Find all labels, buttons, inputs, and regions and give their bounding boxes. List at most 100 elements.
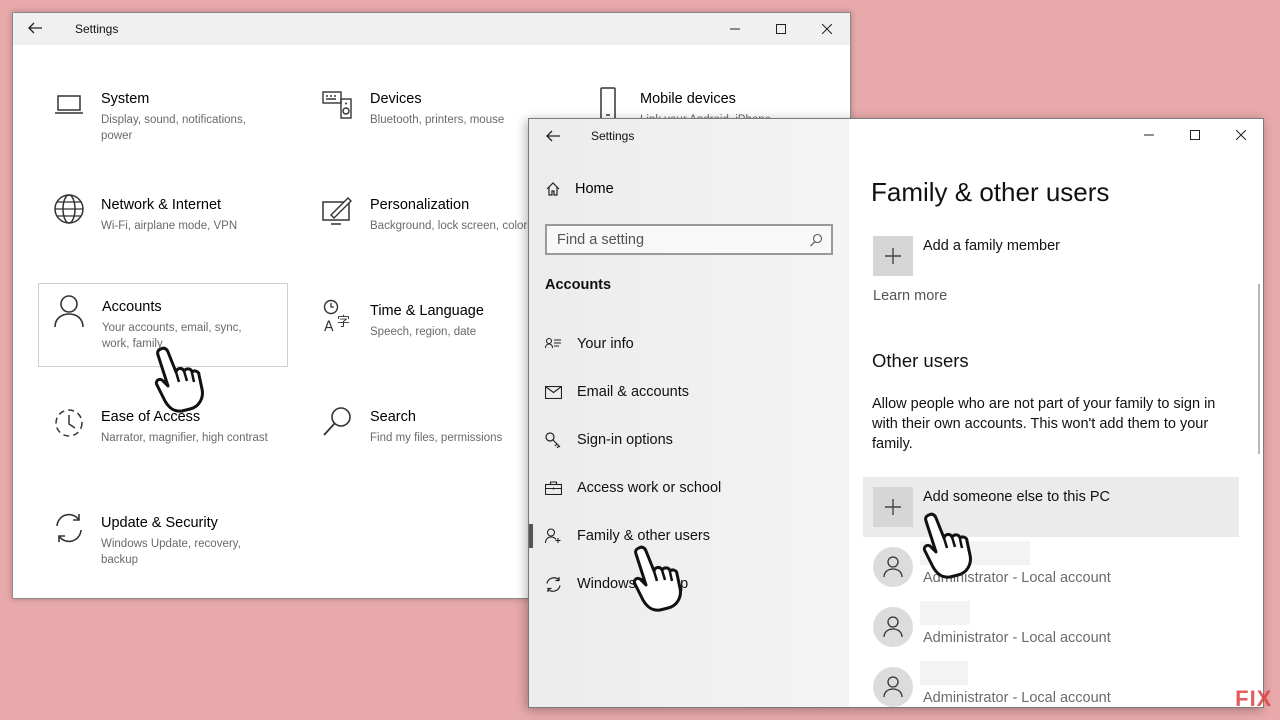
category-name: Network & Internet: [101, 197, 222, 213]
category-system[interactable]: System Display, sound, notifications, po…: [38, 85, 288, 171]
category-desc: Bluetooth, printers, mouse: [370, 114, 505, 126]
search-input[interactable]: Find a setting: [545, 224, 833, 255]
nav-label: Your info: [577, 336, 634, 352]
keyboard-speaker-icon: [322, 91, 352, 119]
title-bar: Settings: [13, 13, 850, 45]
category-network[interactable]: Network & Internet Wi-Fi, airplane mode,…: [38, 191, 288, 277]
search-icon: [323, 407, 351, 436]
pointer-hand-icon: [632, 545, 682, 612]
sidebar: [529, 119, 849, 707]
nav-email-accounts[interactable]: Email & accounts: [529, 372, 849, 412]
pointer-hand-icon: [922, 512, 972, 579]
plus-icon: [885, 248, 901, 264]
pointer-hand-icon: [154, 346, 204, 413]
home-icon: [546, 182, 560, 196]
category-name: Accounts: [102, 299, 162, 315]
add-family-member-button[interactable]: [873, 236, 913, 276]
maximize-button[interactable]: [758, 13, 804, 45]
category-desc: Background, lock screen, colors: [370, 220, 533, 232]
nav-label: Family & other users: [577, 528, 710, 544]
minimize-icon: [730, 28, 740, 30]
category-desc: Display, sound, notifications, power: [101, 114, 246, 142]
category-desc: Speech, region, date: [370, 326, 477, 338]
category-name: Search: [370, 409, 416, 425]
nav-label: Access work or school: [577, 480, 722, 496]
category-name: Time & Language: [370, 303, 484, 319]
category-devices[interactable]: Devices Bluetooth, printers, mouse: [307, 85, 557, 171]
category-personalization[interactable]: Personalization Background, lock screen,…: [307, 191, 557, 277]
svg-text:字: 字: [337, 315, 350, 330]
watermark-logo: UGETFIX: [1170, 686, 1272, 712]
add-family-member-label[interactable]: Add a family member: [923, 238, 1060, 254]
search-icon: [810, 233, 823, 246]
close-button[interactable]: [804, 13, 850, 45]
other-users-description: Allow people who are not part of your fa…: [872, 396, 1216, 452]
nav-label: Email & accounts: [577, 384, 690, 400]
minimize-button[interactable]: [712, 13, 758, 45]
user-role: Administrator - Local account: [923, 690, 1111, 706]
key-icon: [545, 431, 561, 448]
plus-icon: [885, 499, 901, 515]
avatar: [873, 607, 913, 647]
sync-icon: [546, 576, 561, 592]
nav-label: Sign-in options: [577, 432, 673, 448]
user-account-row[interactable]: Administrator - Local account: [863, 597, 1239, 657]
category-search[interactable]: Search Find my files, permissions: [307, 403, 557, 489]
home-label: Home: [575, 181, 614, 197]
close-icon: [822, 24, 832, 34]
category-desc: Find my files, permissions: [370, 432, 503, 444]
window-title: Settings: [75, 22, 119, 36]
category-desc: Wi-Fi, airplane mode, VPN: [101, 220, 238, 232]
nav-access-work-school[interactable]: Access work or school: [529, 468, 849, 508]
globe-icon: [54, 194, 84, 224]
time-language-icon: A字: [323, 299, 350, 333]
category-desc: Windows Update, recovery, backup: [101, 538, 241, 566]
id-card-icon: [545, 337, 561, 349]
avatar: [873, 667, 913, 707]
category-desc: Narrator, magnifier, high contrast: [101, 432, 268, 444]
avatar: [873, 547, 913, 587]
back-arrow-icon[interactable]: [545, 128, 561, 144]
other-users-heading: Other users: [872, 350, 969, 371]
category-ease-of-access[interactable]: Ease of Access Narrator, magnifier, high…: [38, 403, 288, 489]
page-title: Family & other users: [871, 177, 1110, 207]
laptop-icon: [55, 95, 83, 114]
nav-home[interactable]: Home: [545, 181, 614, 197]
learn-more-link[interactable]: Learn more: [873, 288, 947, 304]
category-name: System: [101, 91, 150, 107]
svg-text:A: A: [324, 319, 334, 333]
add-someone-button[interactable]: [873, 487, 913, 527]
user-name-redacted: [920, 601, 970, 625]
paint-icon: [322, 197, 352, 225]
phone-icon: [600, 87, 616, 120]
watermark-left: UG: [1170, 686, 1205, 711]
add-person-icon: [545, 528, 561, 544]
maximize-icon: [776, 24, 786, 34]
category-name: Update & Security: [101, 515, 218, 531]
person-icon: [883, 616, 903, 638]
person-icon: [883, 556, 903, 578]
section-title: Accounts: [545, 277, 612, 293]
scrollbar[interactable]: [1258, 284, 1260, 454]
category-update-security[interactable]: Update & Security Windows Update, recove…: [38, 509, 288, 595]
watermark-mid: ET: [1205, 686, 1236, 711]
watermark-right: FIX: [1235, 686, 1273, 711]
category-name: Personalization: [370, 197, 470, 213]
category-name: Devices: [370, 91, 422, 107]
back-arrow-icon[interactable]: [27, 20, 43, 36]
mail-icon: [545, 385, 562, 399]
window-title: Settings: [591, 129, 635, 143]
search-placeholder: Find a setting: [557, 231, 645, 248]
ease-of-access-icon: [55, 409, 83, 437]
nav-sign-in-options[interactable]: Sign-in options: [529, 420, 849, 460]
briefcase-icon: [545, 481, 562, 495]
nav-your-info[interactable]: Your info: [529, 324, 849, 364]
user-name-redacted: [920, 661, 968, 685]
settings-window-accounts: Settings Home Find a setting Accounts Yo…: [528, 118, 1264, 708]
category-time-language[interactable]: A字 Time & Language Speech, region, date: [307, 297, 557, 383]
person-icon: [883, 676, 903, 698]
sync-icon: [56, 513, 82, 543]
add-someone-label: Add someone else to this PC: [923, 489, 1110, 505]
person-icon: [54, 295, 84, 328]
user-role: Administrator - Local account: [923, 630, 1111, 646]
